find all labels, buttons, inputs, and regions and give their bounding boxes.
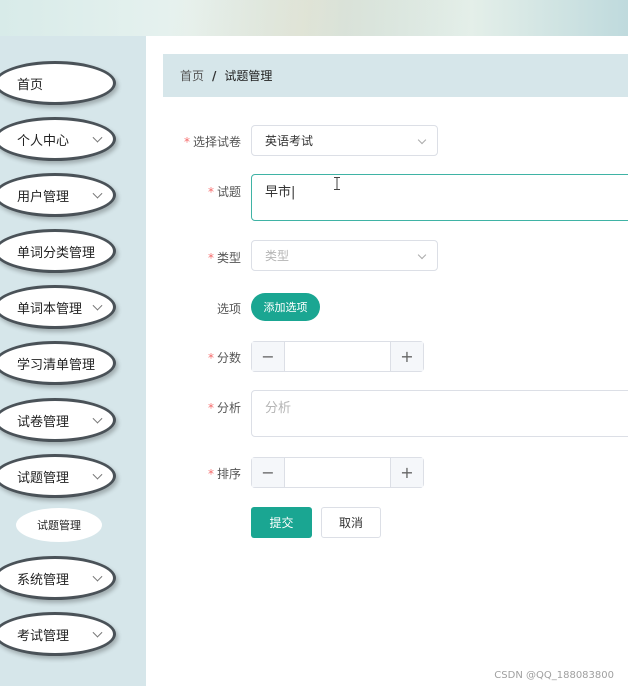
sidebar-item-paper-management[interactable]: 试卷管理 bbox=[0, 398, 116, 442]
breadcrumb-home-link[interactable]: 首页 bbox=[180, 67, 204, 84]
chevron-down-icon bbox=[92, 469, 103, 480]
sidebar-subitem-label: 试题管理 bbox=[37, 519, 81, 532]
type-select-placeholder: 类型 bbox=[265, 249, 290, 263]
analysis-label: * 分析 bbox=[207, 401, 241, 415]
question-textarea-value: 早市| bbox=[265, 185, 296, 200]
type-label: * 类型 bbox=[207, 251, 241, 265]
question-textarea[interactable]: 早市| bbox=[251, 174, 628, 221]
analysis-textarea[interactable]: 分析 bbox=[251, 390, 628, 437]
options-label: 选项 bbox=[216, 302, 241, 316]
sidebar-item-home[interactable]: 首页 bbox=[0, 61, 116, 105]
chevron-down-icon bbox=[92, 300, 103, 311]
order-input[interactable] bbox=[285, 458, 390, 487]
analysis-textarea-placeholder: 分析 bbox=[265, 401, 292, 416]
sidebar-item-label: 用户管理 bbox=[17, 189, 70, 205]
score-increment-button[interactable]: + bbox=[390, 342, 423, 371]
paper-select[interactable]: 英语考试 bbox=[251, 125, 438, 156]
paper-label: * 选择试卷 bbox=[183, 135, 241, 149]
score-decrement-button[interactable]: − bbox=[252, 342, 285, 371]
breadcrumb: 首页 / 试题管理 bbox=[163, 54, 628, 97]
sidebar-subitem-question-management[interactable]: 试题管理 bbox=[16, 508, 102, 542]
type-select[interactable]: 类型 bbox=[251, 240, 438, 271]
score-label: * 分数 bbox=[207, 351, 241, 365]
chevron-down-icon bbox=[92, 132, 103, 143]
sidebar-item-personal-center[interactable]: 个人中心 bbox=[0, 117, 116, 161]
watermark: CSDN @QQ_188083800 bbox=[494, 670, 614, 681]
chevron-down-icon bbox=[417, 135, 427, 145]
sidebar-item-label: 试卷管理 bbox=[17, 414, 70, 430]
score-stepper: − + bbox=[251, 341, 424, 372]
required-mark: * bbox=[207, 401, 214, 415]
sidebar-item-system-management[interactable]: 系统管理 bbox=[0, 556, 116, 600]
required-mark: * bbox=[183, 135, 190, 149]
sidebar-item-label: 学习清单管理 bbox=[17, 357, 96, 373]
chevron-down-icon bbox=[92, 627, 103, 638]
breadcrumb-current: 试题管理 bbox=[224, 69, 273, 83]
sidebar-item-label: 单词分类管理 bbox=[17, 245, 96, 261]
cancel-button[interactable]: 取消 bbox=[321, 507, 381, 538]
sidebar-item-word-category[interactable]: 单词分类管理 bbox=[0, 229, 116, 273]
chevron-down-icon bbox=[92, 413, 103, 424]
sidebar-item-label: 考试管理 bbox=[17, 628, 70, 644]
sidebar-item-user-management[interactable]: 用户管理 bbox=[0, 173, 116, 217]
add-option-button[interactable]: 添加选项 bbox=[251, 293, 320, 321]
sidebar-item-question-management[interactable]: 试题管理 bbox=[0, 454, 116, 498]
score-input[interactable] bbox=[285, 342, 390, 371]
sidebar-item-label: 系统管理 bbox=[17, 572, 70, 588]
order-increment-button[interactable]: + bbox=[390, 458, 423, 487]
text-cursor-icon bbox=[334, 177, 340, 190]
order-label: * 排序 bbox=[207, 467, 241, 481]
breadcrumb-separator: / bbox=[212, 68, 217, 83]
sidebar-item-study-list[interactable]: 学习清单管理 bbox=[0, 341, 116, 385]
submit-button[interactable]: 提交 bbox=[251, 507, 312, 538]
order-decrement-button[interactable]: − bbox=[252, 458, 285, 487]
chevron-down-icon bbox=[92, 188, 103, 199]
sidebar: 首页 个人中心 用户管理 单词分类管理 单词本管理 学习清单管理 试卷管理 试题… bbox=[0, 36, 146, 686]
required-mark: * bbox=[207, 185, 214, 199]
chevron-down-icon bbox=[417, 250, 427, 260]
chevron-down-icon bbox=[92, 571, 103, 582]
top-banner bbox=[0, 0, 628, 36]
sidebar-item-label: 个人中心 bbox=[17, 133, 70, 149]
sidebar-item-label: 首页 bbox=[17, 77, 44, 93]
required-mark: * bbox=[207, 351, 214, 365]
required-mark: * bbox=[207, 467, 214, 481]
required-mark: * bbox=[207, 251, 214, 265]
order-stepper: − + bbox=[251, 457, 424, 488]
sidebar-item-wordbook[interactable]: 单词本管理 bbox=[0, 285, 116, 329]
paper-select-value: 英语考试 bbox=[265, 134, 314, 148]
question-label: * 试题 bbox=[207, 185, 241, 199]
sidebar-item-label: 试题管理 bbox=[17, 470, 70, 486]
sidebar-item-label: 单词本管理 bbox=[17, 301, 83, 317]
sidebar-item-exam-management[interactable]: 考试管理 bbox=[0, 612, 116, 656]
